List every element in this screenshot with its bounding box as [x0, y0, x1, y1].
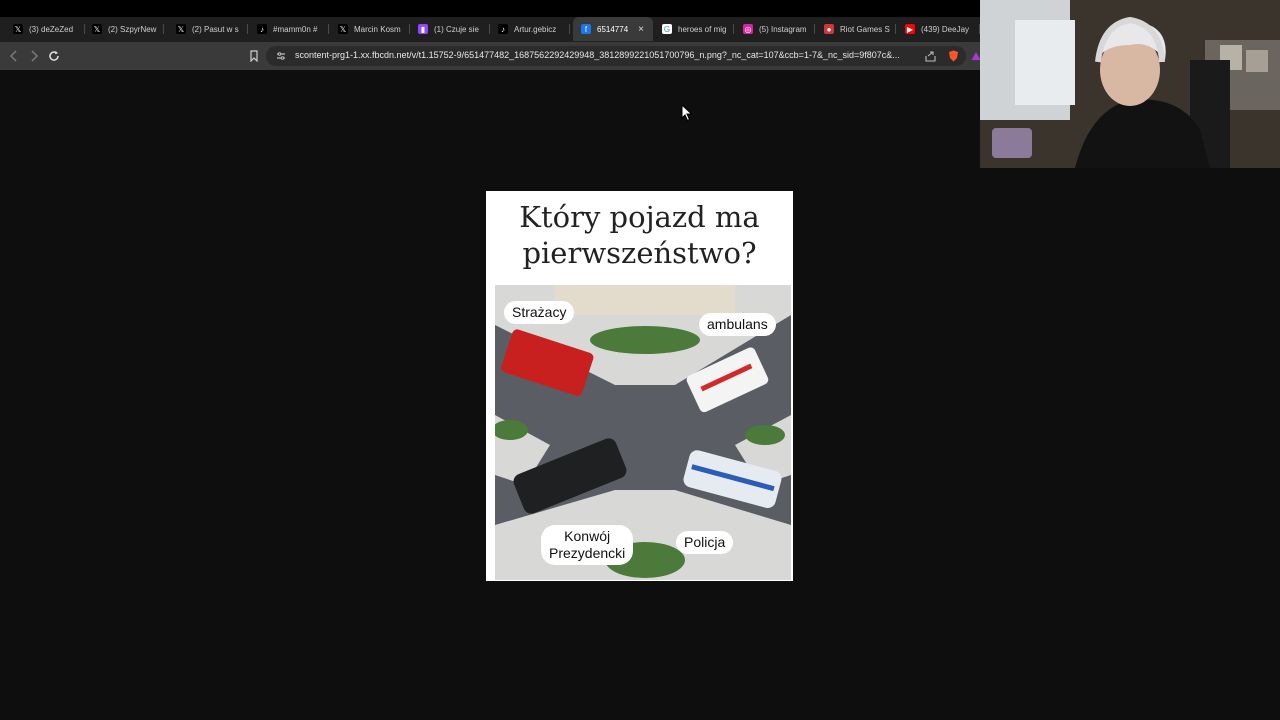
- tab-4[interactable]: ♪ #mamm0n #: [249, 17, 329, 41]
- tab-label: Riot Games S: [840, 24, 890, 34]
- tab-label: #mamm0n #: [273, 24, 318, 34]
- bookmark-button[interactable]: [245, 47, 263, 65]
- forward-button[interactable]: [25, 47, 43, 65]
- label-convoy-line-1: Konwój: [564, 528, 611, 544]
- tab-label: Artur.gebicz: [514, 24, 557, 34]
- image-title-line-2: pierwszeństwo?: [522, 236, 757, 270]
- facebook-icon: f: [581, 24, 591, 34]
- google-icon: G: [662, 24, 672, 34]
- tiktok-icon: ♪: [257, 24, 267, 34]
- label-firefighters: Strażacy: [504, 301, 575, 324]
- riot-icon: ●: [824, 24, 834, 34]
- tab-label: (3) deZeZed: [29, 24, 74, 34]
- image-title-line-1: Który pojazd ma: [519, 200, 760, 234]
- tab-5[interactable]: 𝕏 Marcin Kosm: [330, 17, 410, 41]
- x-icon: 𝕏: [13, 24, 23, 34]
- tab-separator: [569, 24, 570, 34]
- tab-label: (5) Instagram: [759, 24, 807, 34]
- back-button[interactable]: [5, 47, 23, 65]
- label-police: Policja: [676, 531, 734, 554]
- chevron-right-icon: [31, 50, 39, 62]
- tab-3[interactable]: 𝕏 (2) Pasut w s: [168, 17, 248, 41]
- url-text: scontent-prg1-1.xx.fbcdn.net/v/t1.15752-…: [295, 50, 900, 60]
- reload-icon: [49, 51, 59, 61]
- mouse-cursor-icon: [681, 104, 693, 122]
- displayed-image: Który pojazd ma pierwszeństwo? Strażacy …: [486, 191, 793, 581]
- tab-label: (2) Pasut w s: [192, 24, 239, 34]
- tab-separator: [328, 24, 329, 34]
- tab-7[interactable]: ♪ Artur.gebicz: [490, 17, 570, 41]
- chevron-left-icon: [9, 50, 17, 62]
- close-tab-icon[interactable]: ×: [638, 24, 644, 35]
- tab-label: 6514774: [597, 24, 629, 34]
- tab-9[interactable]: Gheroes of mig: [654, 17, 734, 41]
- tab-label: (1) Czuje sie: [434, 24, 479, 34]
- webcam-overlay: [980, 0, 1280, 168]
- x-icon: 𝕏: [92, 24, 102, 34]
- tab-separator: [163, 24, 164, 34]
- address-bar[interactable]: scontent-prg1-1.xx.fbcdn.net/v/t1.15752-…: [266, 46, 966, 66]
- instagram-icon: ◎: [743, 24, 753, 34]
- x-icon: 𝕏: [176, 24, 186, 34]
- tab-label: Marcin Kosm: [354, 24, 401, 34]
- tab-2[interactable]: 𝕏 (2) SzpyrNew: [84, 17, 164, 41]
- tab-label: (439) DeeJay: [921, 24, 970, 34]
- tab-11[interactable]: ● Riot Games S: [816, 17, 896, 41]
- tab-label: heroes of mig: [678, 24, 727, 34]
- building-illustration: [555, 285, 735, 315]
- window-top-strip: [0, 0, 980, 17]
- tab-label: (2) SzpyrNew: [108, 24, 157, 34]
- bookmark-icon: [250, 50, 258, 62]
- label-presidential-convoy: Konwój Prezydencki: [541, 525, 634, 565]
- site-settings-icon[interactable]: [274, 49, 288, 63]
- label-convoy-line-2: Prezydencki: [549, 545, 626, 561]
- tab-6[interactable]: ▮ (1) Czuje sie: [410, 17, 490, 41]
- youtube-icon: ▶: [905, 24, 915, 34]
- tab-separator: [247, 24, 248, 34]
- reload-button[interactable]: [45, 47, 63, 65]
- tab-10[interactable]: ◎ (5) Instagram: [735, 17, 815, 41]
- tab-8[interactable]: f 6514774 ×: [573, 17, 653, 41]
- tab-separator: [733, 24, 734, 34]
- tab-separator: [814, 24, 815, 34]
- label-ambulance: ambulans: [699, 313, 776, 336]
- tab-1[interactable]: 𝕏 (3) deZeZed: [5, 17, 85, 41]
- x-icon: 𝕏: [338, 24, 348, 34]
- image-title: Który pojazd ma pierwszeństwo?: [486, 199, 793, 271]
- share-icon[interactable]: [923, 49, 937, 63]
- tab-separator: [895, 24, 896, 34]
- twitch-icon: ▮: [418, 24, 428, 34]
- brave-shield-icon[interactable]: [946, 49, 960, 63]
- tab-12[interactable]: ▶ (439) DeeJay: [897, 17, 980, 41]
- tiktok-icon: ♪: [498, 24, 508, 34]
